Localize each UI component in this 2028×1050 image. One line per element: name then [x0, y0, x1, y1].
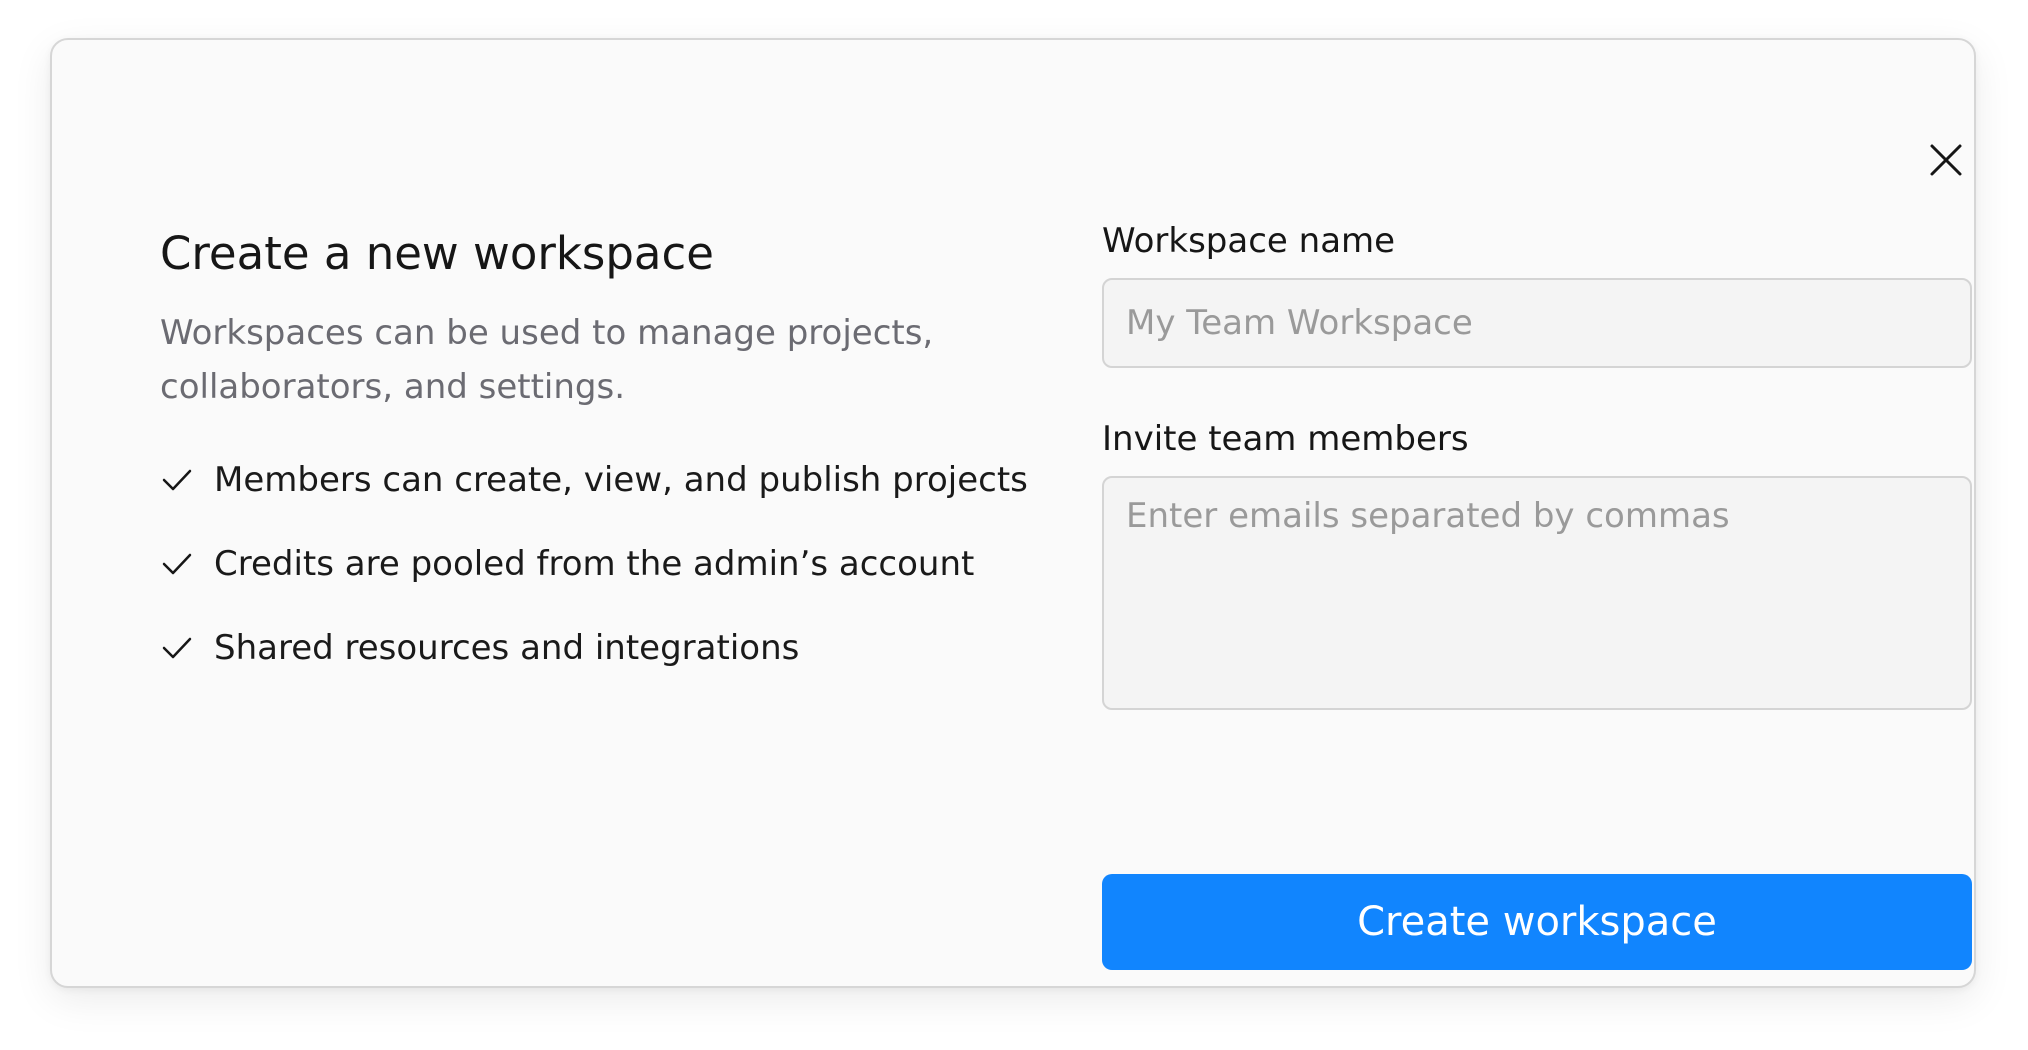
create-workspace-button[interactable]: Create workspace: [1102, 874, 1972, 970]
dialog-info: Create a new workspace Workspaces can be…: [160, 220, 1028, 690]
workspace-form: Workspace name Invite team members: [1102, 218, 1972, 710]
checkmark-icon: [160, 631, 194, 665]
checkmark-icon: [160, 463, 194, 497]
feature-item: Credits are pooled from the admin’s acco…: [160, 522, 1020, 606]
feature-label: Credits are pooled from the admin’s acco…: [214, 544, 975, 584]
workspace-name-label: Workspace name: [1102, 221, 1396, 261]
checkmark-icon: [160, 547, 194, 581]
feature-item: Members can create, view, and publish pr…: [160, 438, 1028, 522]
feature-label: Members can create, view, and publish pr…: [214, 460, 1028, 500]
close-button[interactable]: [1920, 134, 1972, 186]
create-workspace-dialog: Create a new workspace Workspaces can be…: [50, 38, 1976, 988]
invite-emails-input[interactable]: [1102, 476, 1972, 710]
close-icon: [1930, 144, 1962, 176]
workspace-name-input[interactable]: [1102, 278, 1972, 368]
invite-members-label: Invite team members: [1102, 419, 1469, 459]
feature-list: Members can create, view, and publish pr…: [160, 438, 1028, 690]
dialog-title: Create a new workspace: [160, 227, 714, 280]
dialog-description: Workspaces can be used to manage project…: [160, 313, 934, 407]
feature-label: Shared resources and integrations: [214, 628, 800, 668]
feature-item: Shared resources and integrations: [160, 606, 1020, 690]
